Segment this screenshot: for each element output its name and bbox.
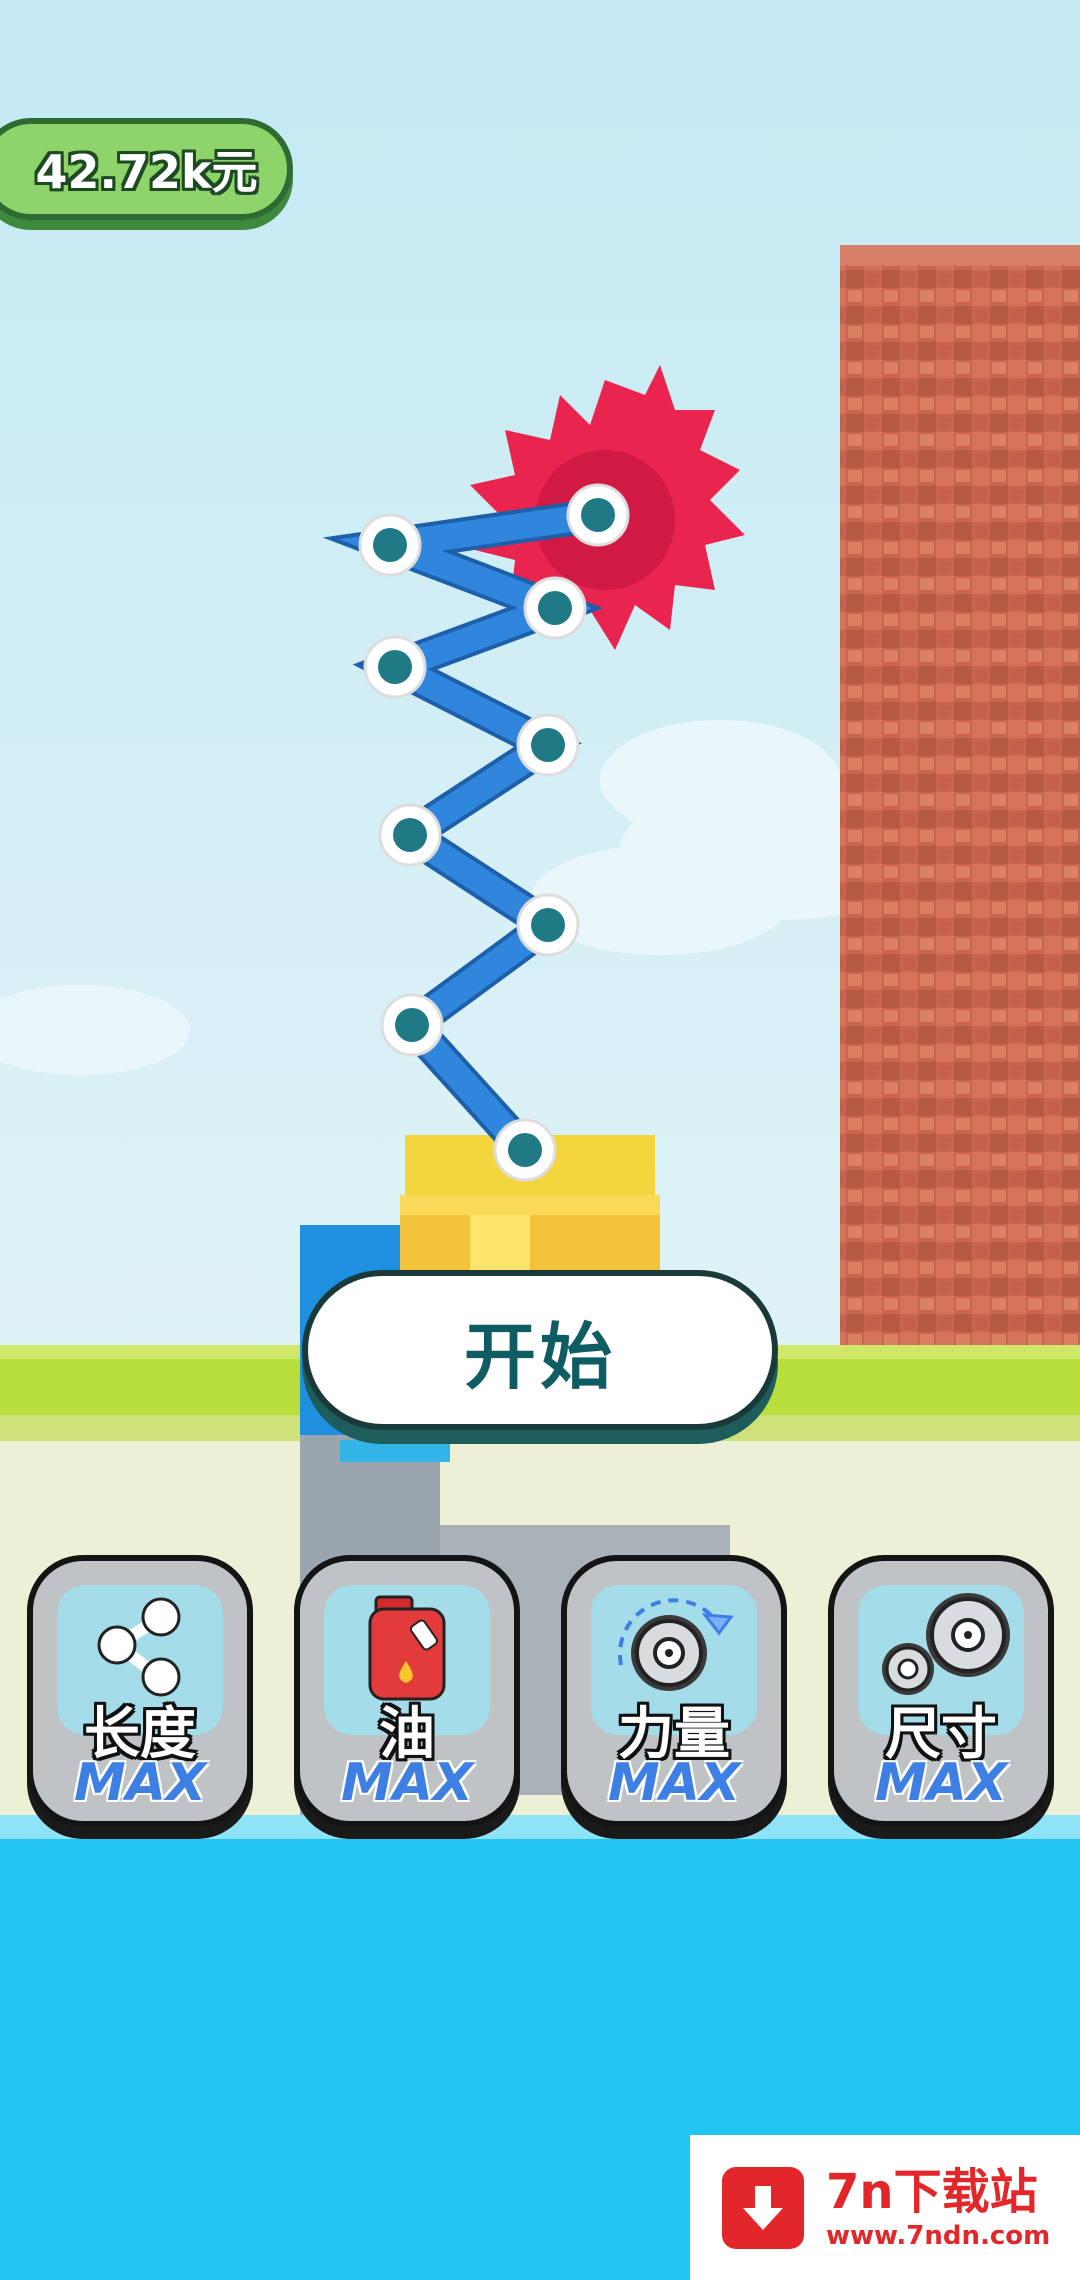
upgrade-power-level: MAX — [607, 1753, 741, 1813]
upgrade-size-button[interactable]: 尺寸 MAX — [828, 1555, 1054, 1827]
money-value: 42.72k元 — [35, 145, 258, 199]
start-button[interactable]: 开始 — [302, 1270, 778, 1430]
upgrade-bar: 长度 MAX 油 MAX 力量 MAX 尺寸 MAX — [0, 1555, 1080, 1845]
upgrade-power-button[interactable]: 力量 MAX — [561, 1555, 787, 1827]
upgrade-length-level: MAX — [73, 1753, 207, 1813]
watermark-url: www.7ndn.com — [826, 2220, 1051, 2251]
download-arrow-icon — [722, 2166, 804, 2249]
upgrade-fuel-button[interactable]: 油 MAX — [294, 1555, 520, 1827]
brick-tower — [840, 245, 1080, 1370]
upgrade-fuel-level: MAX — [340, 1753, 474, 1813]
start-button-label: 开始 — [463, 1314, 616, 1399]
upgrade-length-button[interactable]: 长度 MAX — [27, 1555, 253, 1827]
money-counter: 42.72k元 — [0, 118, 293, 220]
upgrade-size-level: MAX — [874, 1753, 1008, 1813]
watermark: 7n下载站 www.7ndn.com — [690, 2135, 1080, 2280]
watermark-title: 7n下载站 — [826, 2163, 1038, 2220]
game-scene — [0, 0, 1080, 2280]
